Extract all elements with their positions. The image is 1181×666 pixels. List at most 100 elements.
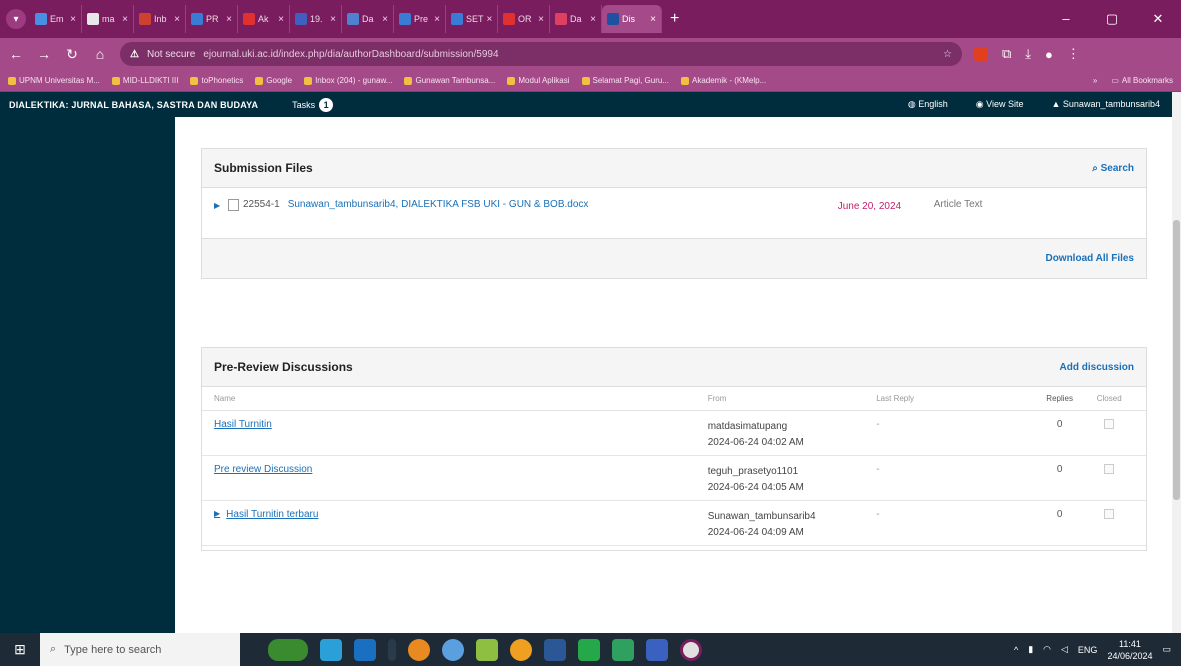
browser-tab[interactable]: SET × [446, 5, 498, 33]
chrome-icon[interactable] [510, 638, 532, 661]
closed-checkbox[interactable] [1104, 464, 1115, 474]
file-name-link[interactable]: Sunawan_tambunsarib4, DIALEKTIKA FSB UKI… [288, 199, 838, 210]
bookmarks-overflow-icon[interactable]: » [1093, 76, 1097, 85]
app-icon[interactable] [442, 638, 464, 661]
url-input[interactable]: ⚠ Not secure ejournal.uki.ac.id/index.ph… [120, 42, 962, 66]
language-menu[interactable]: ◍ English [908, 99, 948, 110]
edge-icon[interactable] [320, 638, 342, 661]
tab-close-icon[interactable]: × [590, 14, 596, 25]
bookmark-item[interactable]: toPhonetics [190, 76, 243, 85]
battery-icon[interactable]: ▮ [1028, 644, 1033, 655]
closed-checkbox[interactable] [1104, 509, 1115, 519]
weather-icon[interactable] [268, 638, 308, 661]
bookmark-item[interactable]: UPNM Universitas M... [8, 76, 100, 85]
language-indicator[interactable]: ENG [1078, 645, 1098, 655]
view-site-link[interactable]: ◉ View Site [976, 99, 1024, 110]
clock[interactable]: 11:41 24/06/2024 [1107, 638, 1152, 662]
tray-chevron-icon[interactable]: ^ [1014, 645, 1018, 655]
page-scrollbar[interactable] [1172, 92, 1181, 633]
expand-caret-icon[interactable]: ▶ [214, 509, 220, 520]
submission-files-footer: Download All Files [202, 238, 1146, 278]
close-window-icon[interactable]: ✕ [1135, 11, 1181, 27]
expand-caret-icon[interactable]: ▶ [214, 201, 228, 210]
profile-icon[interactable]: ● [1045, 47, 1053, 62]
discussion-from: teguh_prasetyo1101 2024-06-24 04:05 AM [708, 464, 877, 496]
browser-tab[interactable]: Inb × [134, 5, 186, 33]
tab-search-icon[interactable]: ▾ [6, 9, 26, 29]
add-discussion-button[interactable]: Add discussion [1060, 362, 1134, 373]
home-icon[interactable]: ⌂ [92, 46, 108, 62]
notification-icon[interactable]: ▭ [1162, 644, 1171, 655]
taskbar-search-input[interactable]: ⌕ Type here to search [40, 633, 240, 666]
bookmark-item[interactable]: Inbox (204) - gunaw... [304, 76, 392, 85]
minimize-icon[interactable]: – [1043, 11, 1089, 27]
dot-icon[interactable] [388, 638, 396, 661]
bookmark-icon [190, 76, 199, 85]
store-icon[interactable] [354, 638, 376, 661]
discussions-header: Pre-Review Discussions Add discussion [202, 348, 1146, 387]
browser-tab[interactable]: Da × [550, 5, 602, 33]
security-label: Not secure [146, 48, 196, 60]
browser-tab[interactable]: Dis × [602, 5, 662, 33]
app-icon-2[interactable] [476, 638, 498, 661]
browser-tab[interactable]: 19. × [290, 5, 342, 33]
tab-close-icon[interactable]: × [330, 14, 336, 25]
tab-close-icon[interactable]: × [538, 14, 544, 25]
browser-tab[interactable]: OR × [498, 5, 550, 33]
tab-close-icon[interactable]: × [650, 14, 656, 25]
search-files-button[interactable]: ⌕ Search [1092, 163, 1134, 174]
tasks-button[interactable]: Tasks 1 [292, 97, 334, 112]
tab-close-icon[interactable]: × [382, 14, 388, 25]
firefox-icon[interactable] [408, 638, 430, 661]
extension-icon[interactable] [974, 47, 988, 61]
all-bookmarks-link[interactable]: ▭ All Bookmarks [1111, 76, 1173, 85]
new-tab-icon[interactable]: + [670, 10, 679, 28]
tab-close-icon[interactable]: × [226, 14, 232, 25]
tab-close-icon[interactable]: × [278, 14, 284, 25]
wifi-icon[interactable]: ◠ [1043, 644, 1051, 655]
bookmark-item[interactable]: Gunawan Tambunsa... [404, 76, 495, 85]
tab-close-icon[interactable]: × [122, 14, 128, 25]
bookmark-item[interactable]: Google [255, 76, 292, 85]
closed-checkbox[interactable] [1104, 419, 1115, 429]
journal-name[interactable]: DIALEKTIKA: JURNAL BAHASA, SASTRA DAN BU… [9, 100, 258, 110]
user-menu[interactable]: ▲ Sunawan_tambunsarib4 [1052, 99, 1161, 110]
download-icon[interactable]: ⤓ [1025, 46, 1031, 62]
tab-close-icon[interactable]: × [70, 14, 76, 25]
tab-close-icon[interactable]: × [487, 14, 493, 25]
bookmark-item[interactable]: Selamat Pagi, Guru... [581, 76, 669, 85]
windows-start-icon[interactable]: ⊞ [0, 641, 40, 658]
browser-tab[interactable]: Pre × [394, 5, 446, 33]
whatsapp-icon[interactable] [578, 638, 600, 661]
word-icon[interactable] [544, 638, 566, 661]
browser-tab[interactable]: ma × [82, 5, 134, 33]
puzzle-icon[interactable]: ⧉ [1002, 46, 1011, 62]
all-bookmarks-label: All Bookmarks [1121, 76, 1173, 85]
scrollbar-thumb[interactable] [1173, 220, 1180, 500]
browser-tab[interactable]: PR × [186, 5, 238, 33]
browser-tab-strip: ▾ Em × ma × Inb × PR × Ak × 19. × Da × Pre × SET × OR × Da × D… [0, 0, 1181, 38]
maximize-icon[interactable]: ▢ [1089, 11, 1135, 27]
volume-icon[interactable]: ◁ [1061, 644, 1068, 655]
teams-icon[interactable] [646, 638, 668, 661]
menu-icon[interactable]: ⋮ [1067, 46, 1080, 62]
discussion-name-link[interactable]: Hasil Turnitin [214, 419, 708, 430]
bookmark-item[interactable]: MID-LLDIKTI III [111, 76, 178, 85]
back-icon[interactable]: ← [8, 46, 24, 62]
forward-icon[interactable]: → [36, 46, 52, 62]
browser-tab[interactable]: Em × [30, 5, 82, 33]
discussion-name-link[interactable]: ▶ Hasil Turnitin terbaru [214, 509, 708, 520]
bookmark-item[interactable]: Modul Aplikasi [507, 76, 570, 85]
bookmark-item[interactable]: Akademik - (KMelp... [681, 76, 766, 85]
browser-tab[interactable]: Ak × [238, 5, 290, 33]
discussion-name-link[interactable]: Pre review Discussion [214, 464, 708, 475]
excel-icon[interactable] [612, 638, 634, 661]
chrome-profile-icon[interactable] [680, 638, 702, 661]
download-all-files-button[interactable]: Download All Files [1045, 253, 1134, 264]
reload-icon[interactable]: ↻ [64, 46, 80, 63]
tab-favicon-icon [243, 13, 255, 25]
tab-close-icon[interactable]: × [434, 14, 440, 25]
bookmark-star-icon[interactable]: ☆ [943, 49, 952, 60]
browser-tab[interactable]: Da × [342, 5, 394, 33]
tab-close-icon[interactable]: × [174, 14, 180, 25]
